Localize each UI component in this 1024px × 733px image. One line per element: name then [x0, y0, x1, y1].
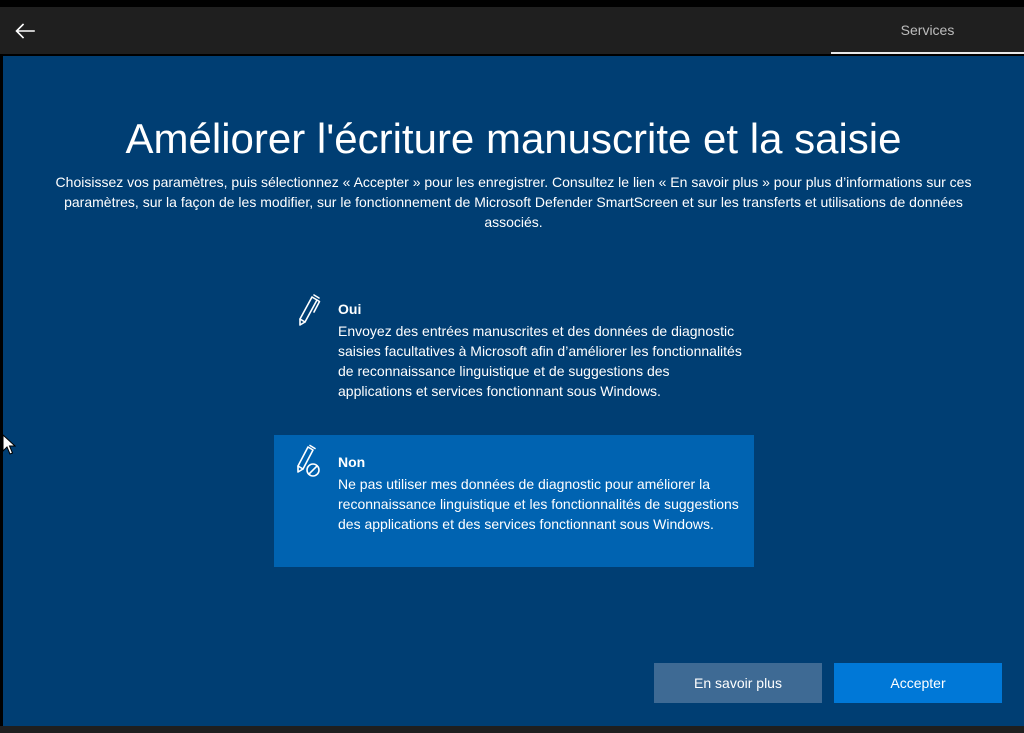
option-no-description: Ne pas utiliser mes données de diagnosti…	[338, 476, 739, 532]
option-no[interactable]: Non Ne pas utiliser mes données de diagn…	[274, 435, 754, 567]
option-yes-title: Oui	[338, 301, 362, 317]
back-button[interactable]	[8, 14, 42, 48]
bottom-bar	[0, 726, 1024, 733]
pen-disabled-icon	[297, 444, 320, 477]
page-subtitle: Choisissez vos paramètres, puis sélectio…	[55, 174, 972, 230]
main-panel: Améliorer l'écriture manuscrite et la sa…	[3, 56, 1024, 726]
option-yes-description: Envoyez des entrées manuscrites et des d…	[338, 323, 742, 399]
arrow-left-icon	[15, 23, 35, 39]
mouse-cursor-icon	[2, 434, 16, 455]
option-no-title: Non	[338, 454, 366, 470]
page-title: Améliorer l'écriture manuscrite et la sa…	[125, 115, 902, 162]
tab-services[interactable]: Services	[831, 7, 1024, 54]
top-bar: Services	[0, 7, 1024, 54]
option-yes[interactable]: Oui Envoyez des entrées manuscrites et d…	[274, 287, 754, 417]
oobe-window: Services Améliorer l'écriture manuscrite…	[0, 0, 1024, 733]
pen-icon	[299, 294, 321, 326]
accept-button[interactable]: Accepter	[834, 663, 1002, 703]
learn-more-button[interactable]: En savoir plus	[654, 663, 822, 703]
